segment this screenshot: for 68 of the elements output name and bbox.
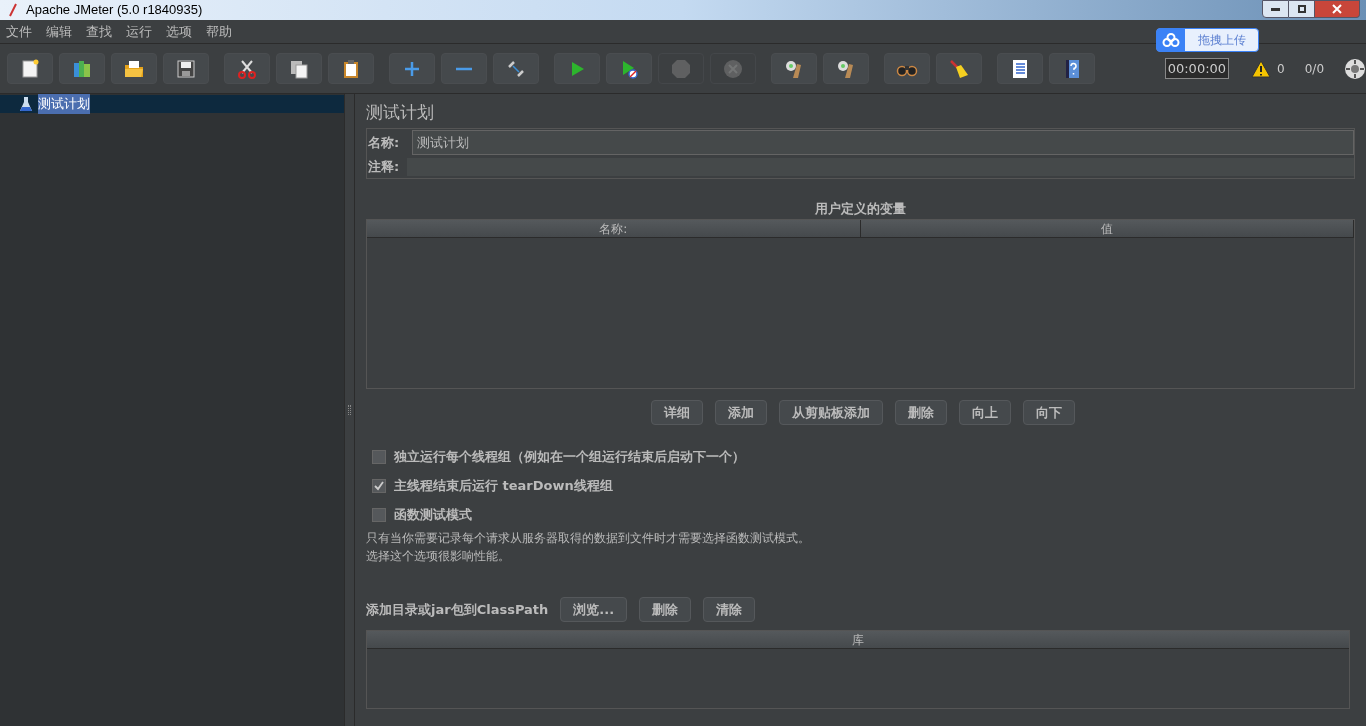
- comment-label: 注释:: [368, 158, 401, 177]
- name-field[interactable]: 测试计划: [412, 130, 1354, 155]
- window-title: Apache JMeter (5.0 r1840935): [26, 1, 203, 20]
- new-file-icon: [19, 57, 41, 80]
- warning-icon: [1251, 59, 1272, 78]
- cloud-icon: [1162, 33, 1180, 47]
- menu-item[interactable]: 查找: [86, 21, 112, 42]
- action-button[interactable]: 添加: [714, 400, 767, 425]
- toolbar-button[interactable]: [110, 53, 157, 84]
- toolbar-button[interactable]: [883, 53, 930, 84]
- action-button[interactable]: 从剪贴板添加: [778, 400, 883, 425]
- checkbox-label: 独立运行每个线程组（例如在一个组运行结束后启动下一个）: [394, 447, 745, 466]
- toolbar-button[interactable]: [162, 53, 209, 84]
- close-icon: [1332, 4, 1342, 14]
- checkbox-label: 函数测试模式: [394, 505, 472, 524]
- action-button[interactable]: 详细: [650, 400, 703, 425]
- toolbar-button[interactable]: [822, 53, 869, 84]
- name-label: 名称:: [368, 133, 401, 152]
- flask-icon: [20, 96, 32, 112]
- tree-label: 测试计划: [38, 94, 90, 114]
- variables-title: 用户定义的变量: [815, 200, 906, 218]
- toolbar-button[interactable]: [7, 53, 53, 84]
- elapsed-time: 00:00:00: [1164, 57, 1230, 80]
- column-header[interactable]: 名称:: [367, 220, 861, 237]
- toolbar-button[interactable]: [327, 53, 374, 84]
- close-button[interactable]: [1315, 0, 1360, 18]
- toolbar-button[interactable]: [275, 53, 322, 84]
- upload-badge[interactable]: 拖拽上传: [1156, 28, 1259, 52]
- action-button[interactable]: 清除: [703, 597, 756, 622]
- checkbox[interactable]: [372, 478, 386, 493]
- action-button[interactable]: 删除: [639, 597, 692, 622]
- restore-button[interactable]: [1289, 0, 1315, 18]
- action-button[interactable]: 删除: [894, 400, 947, 425]
- toolbar-button[interactable]: [223, 53, 270, 84]
- toolbar-button[interactable]: [1048, 53, 1095, 84]
- thread-count: 0/0: [1304, 60, 1325, 78]
- stop-icon: [669, 57, 692, 80]
- help-text: 只有当你需要记录每个请求从服务器取得的数据到文件时才需要选择函数测试模式。: [366, 530, 811, 547]
- action-button[interactable]: 向下: [1022, 400, 1075, 425]
- comment-field[interactable]: [407, 158, 1354, 176]
- toolbar-button[interactable]: [996, 53, 1043, 84]
- broom-icon: [947, 57, 970, 80]
- toolbar-button[interactable]: [770, 53, 817, 84]
- menu-item[interactable]: 编辑: [46, 21, 72, 42]
- menu-item[interactable]: 运行: [126, 21, 152, 42]
- checkbox[interactable]: [372, 507, 386, 522]
- action-button[interactable]: 向上: [958, 400, 1011, 425]
- minus-icon: [455, 66, 472, 71]
- column-header[interactable]: 库: [367, 631, 1349, 648]
- feather-icon: [8, 3, 18, 17]
- panel-title: 测试计划: [366, 101, 435, 124]
- save-icon: [174, 57, 197, 80]
- menu-item[interactable]: 文件: [6, 21, 32, 42]
- checkbox[interactable]: [372, 449, 386, 464]
- toolbar-button[interactable]: [59, 53, 105, 84]
- minimize-button[interactable]: [1262, 0, 1289, 18]
- tree-item[interactable]: 测试计划: [0, 95, 344, 113]
- upload-label: 拖拽上传: [1198, 32, 1246, 49]
- warning-count: 0: [1277, 60, 1285, 78]
- menu-item[interactable]: 选项: [166, 21, 192, 42]
- classpath-label: 添加目录或jar包到ClassPath: [366, 600, 549, 619]
- menu-item[interactable]: 帮助: [206, 21, 232, 42]
- help-text: 选择这个选项很影响性能。: [366, 548, 511, 565]
- shutdown-icon: [721, 57, 744, 80]
- toolbar-button[interactable]: [935, 53, 982, 84]
- action-button[interactable]: 浏览...: [560, 597, 628, 622]
- column-header[interactable]: 值: [860, 220, 1354, 237]
- checkbox-label: 主线程结束后运行 tearDown线程组: [394, 476, 613, 495]
